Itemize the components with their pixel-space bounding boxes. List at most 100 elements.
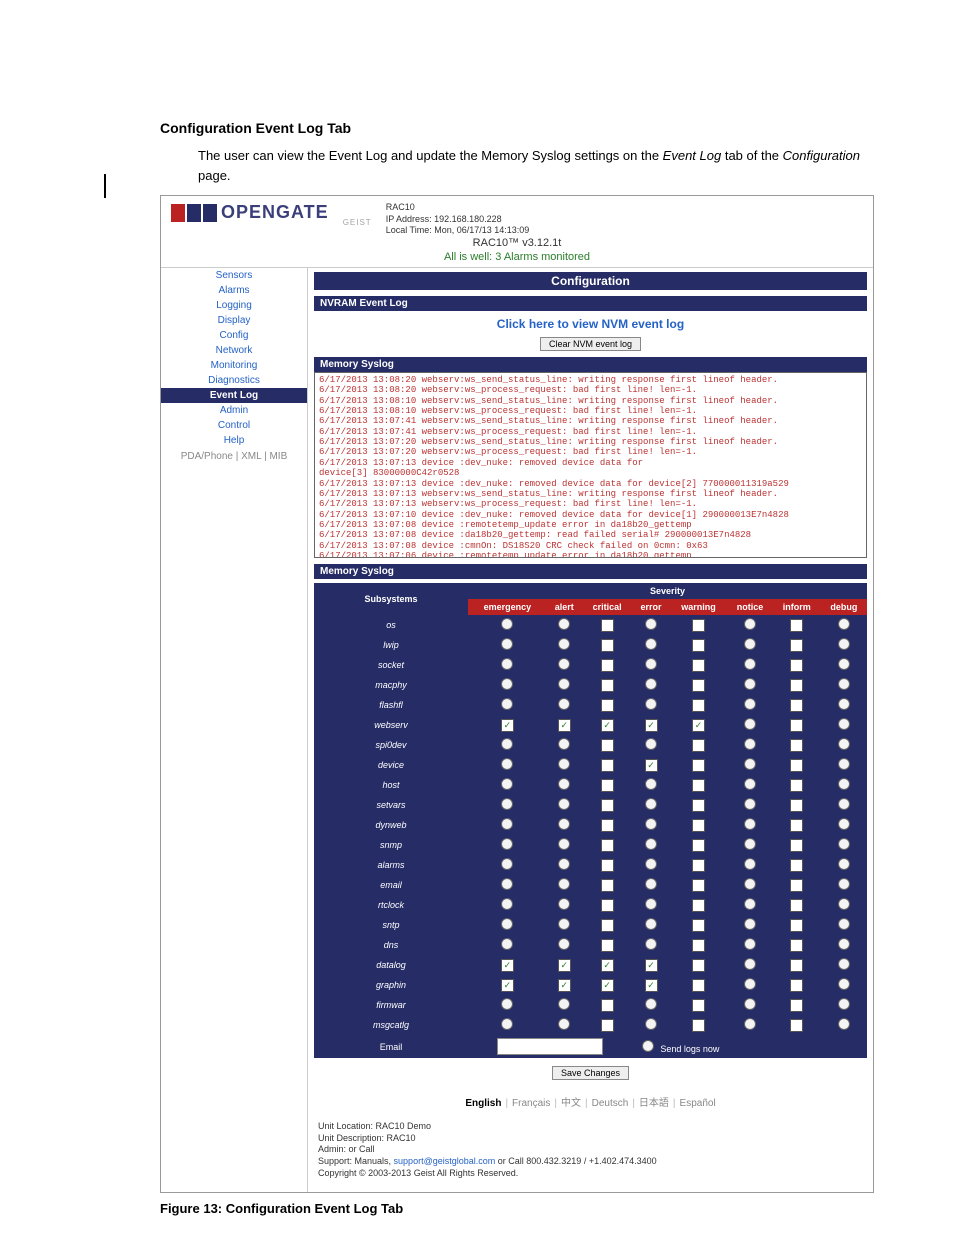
snmp-critical-toggle[interactable] [601, 839, 614, 852]
graphin-emergency-toggle[interactable] [501, 979, 514, 992]
email-notice-toggle[interactable] [744, 878, 756, 890]
alarms-warning-toggle[interactable] [692, 859, 705, 872]
sidebar-footer-links[interactable]: PDA/Phone | XML | MIB [161, 448, 307, 465]
os-critical-toggle[interactable] [601, 619, 614, 632]
firmwar-error-toggle[interactable] [645, 998, 657, 1010]
datalog-notice-toggle[interactable] [744, 958, 756, 970]
dynweb-notice-toggle[interactable] [744, 818, 756, 830]
rtclock-inform-toggle[interactable] [790, 899, 803, 912]
sidebar-item-logging[interactable]: Logging [161, 298, 307, 313]
host-critical-toggle[interactable] [601, 779, 614, 792]
sntp-critical-toggle[interactable] [601, 919, 614, 932]
alarms-alert-toggle[interactable] [558, 858, 570, 870]
webserv-alert-toggle[interactable] [558, 719, 571, 732]
webserv-notice-toggle[interactable] [744, 718, 756, 730]
log-textarea[interactable]: 6/17/2013 13:08:20 webserv:ws_send_statu… [314, 372, 867, 558]
os-inform-toggle[interactable] [790, 619, 803, 632]
alarms-inform-toggle[interactable] [790, 859, 803, 872]
msgcatlg-debug-toggle[interactable] [838, 1018, 850, 1030]
firmwar-critical-toggle[interactable] [601, 999, 614, 1012]
spi0dev-notice-toggle[interactable] [744, 738, 756, 750]
sidebar-item-display[interactable]: Display [161, 313, 307, 328]
rtclock-debug-toggle[interactable] [838, 898, 850, 910]
socket-debug-toggle[interactable] [838, 658, 850, 670]
firmwar-inform-toggle[interactable] [790, 999, 803, 1012]
setvars-inform-toggle[interactable] [790, 799, 803, 812]
dynweb-inform-toggle[interactable] [790, 819, 803, 832]
device-inform-toggle[interactable] [790, 759, 803, 772]
datalog-debug-toggle[interactable] [838, 958, 850, 970]
lwip-warning-toggle[interactable] [692, 639, 705, 652]
host-notice-toggle[interactable] [744, 778, 756, 790]
dns-notice-toggle[interactable] [744, 938, 756, 950]
host-warning-toggle[interactable] [692, 779, 705, 792]
macphy-alert-toggle[interactable] [558, 678, 570, 690]
flashfl-debug-toggle[interactable] [838, 698, 850, 710]
socket-critical-toggle[interactable] [601, 659, 614, 672]
snmp-inform-toggle[interactable] [790, 839, 803, 852]
setvars-notice-toggle[interactable] [744, 798, 756, 810]
support-email-link[interactable]: support@geistglobal.com [394, 1156, 496, 1166]
socket-inform-toggle[interactable] [790, 659, 803, 672]
dns-inform-toggle[interactable] [790, 939, 803, 952]
setvars-alert-toggle[interactable] [558, 798, 570, 810]
firmwar-alert-toggle[interactable] [558, 998, 570, 1010]
os-debug-toggle[interactable] [838, 618, 850, 630]
email-critical-toggle[interactable] [601, 879, 614, 892]
dynweb-alert-toggle[interactable] [558, 818, 570, 830]
os-alert-toggle[interactable] [558, 618, 570, 630]
alarms-error-toggle[interactable] [645, 858, 657, 870]
spi0dev-emergency-toggle[interactable] [501, 738, 513, 750]
flashfl-notice-toggle[interactable] [744, 698, 756, 710]
sidebar-item-event-log[interactable]: Event Log [161, 388, 307, 403]
device-alert-toggle[interactable] [558, 758, 570, 770]
lwip-inform-toggle[interactable] [790, 639, 803, 652]
device-debug-toggle[interactable] [838, 758, 850, 770]
alarms-emergency-toggle[interactable] [501, 858, 513, 870]
lang-2[interactable]: 中文 [561, 1098, 581, 1109]
msgcatlg-inform-toggle[interactable] [790, 1019, 803, 1032]
dns-emergency-toggle[interactable] [501, 938, 513, 950]
sidebar-item-sensors[interactable]: Sensors [161, 268, 307, 283]
device-critical-toggle[interactable] [601, 759, 614, 772]
socket-warning-toggle[interactable] [692, 659, 705, 672]
email-emergency-toggle[interactable] [501, 878, 513, 890]
lwip-debug-toggle[interactable] [838, 638, 850, 650]
setvars-emergency-toggle[interactable] [501, 798, 513, 810]
spi0dev-alert-toggle[interactable] [558, 738, 570, 750]
device-emergency-toggle[interactable] [501, 758, 513, 770]
sidebar-item-config[interactable]: Config [161, 328, 307, 343]
sidebar-item-alarms[interactable]: Alarms [161, 283, 307, 298]
lang-3[interactable]: Deutsch [592, 1098, 629, 1109]
flashfl-emergency-toggle[interactable] [501, 698, 513, 710]
nvm-view-link[interactable]: Click here to view NVM event log [314, 311, 867, 335]
snmp-warning-toggle[interactable] [692, 839, 705, 852]
snmp-emergency-toggle[interactable] [501, 838, 513, 850]
sntp-emergency-toggle[interactable] [501, 918, 513, 930]
spi0dev-debug-toggle[interactable] [838, 738, 850, 750]
dns-alert-toggle[interactable] [558, 938, 570, 950]
lang-4[interactable]: 日本語 [639, 1098, 669, 1109]
host-debug-toggle[interactable] [838, 778, 850, 790]
setvars-error-toggle[interactable] [645, 798, 657, 810]
sntp-warning-toggle[interactable] [692, 919, 705, 932]
lwip-error-toggle[interactable] [645, 638, 657, 650]
sidebar-item-admin[interactable]: Admin [161, 403, 307, 418]
rtclock-alert-toggle[interactable] [558, 898, 570, 910]
datalog-inform-toggle[interactable] [790, 959, 803, 972]
sidebar-item-monitoring[interactable]: Monitoring [161, 358, 307, 373]
lang-1[interactable]: Français [512, 1098, 550, 1109]
lwip-alert-toggle[interactable] [558, 638, 570, 650]
msgcatlg-alert-toggle[interactable] [558, 1018, 570, 1030]
dns-critical-toggle[interactable] [601, 939, 614, 952]
setvars-warning-toggle[interactable] [692, 799, 705, 812]
host-alert-toggle[interactable] [558, 778, 570, 790]
sidebar-item-network[interactable]: Network [161, 343, 307, 358]
os-warning-toggle[interactable] [692, 619, 705, 632]
host-error-toggle[interactable] [645, 778, 657, 790]
socket-emergency-toggle[interactable] [501, 658, 513, 670]
syslog-email-input[interactable] [497, 1038, 603, 1055]
setvars-debug-toggle[interactable] [838, 798, 850, 810]
macphy-inform-toggle[interactable] [790, 679, 803, 692]
datalog-error-toggle[interactable] [645, 959, 658, 972]
